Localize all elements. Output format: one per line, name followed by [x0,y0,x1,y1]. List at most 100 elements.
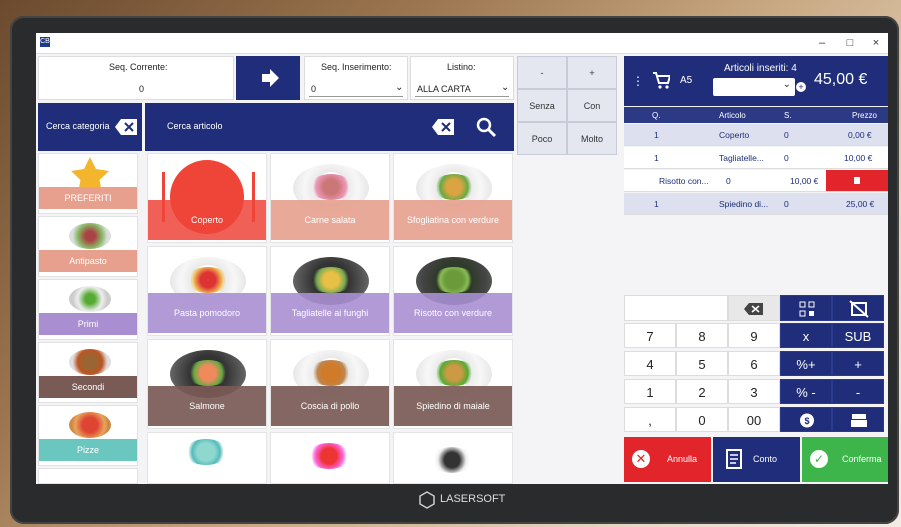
delete-button[interactable] [826,170,888,191]
order-row[interactable]: 1 Spiedino di... 0 25,00 € [624,193,888,215]
order-row-swiped[interactable]: Risotto con... 0 10,00 € [624,170,888,192]
search-icon[interactable] [475,116,497,138]
conferma-label: Conferma [842,454,882,464]
category-preferiti[interactable]: PREFERITI [38,153,138,214]
article-label: Spiedino di maiale [394,386,512,426]
category-pizze[interactable]: Pizze [38,405,138,466]
article-salmone[interactable]: Salmone [147,339,267,429]
article-label: Salmone [148,386,266,426]
backspace-button[interactable] [728,295,780,321]
article-search-bar[interactable]: Cerca articolo [145,103,514,151]
more-vert-icon[interactable]: ⋮ [632,74,644,88]
pos-screen: CB – □ × Seq. Corrente: 0 Seq. Inserimen… [36,33,888,484]
category-secondi[interactable]: Secondi [38,342,138,403]
col-articolo: Articolo [719,111,746,120]
svg-text:$: $ [804,416,809,426]
key-9[interactable]: 9 [728,323,780,348]
inserted-count: Articoli inseriti: 4 [724,63,797,74]
key-8[interactable]: 8 [676,323,728,348]
order-select[interactable]: ⌄ [713,78,795,96]
article-dessert-1[interactable] [147,432,267,484]
primi-image [69,286,111,312]
listino-box[interactable]: Listino: ALLA CARTA ⌄ [410,56,514,100]
conto-button[interactable]: Conto [713,437,800,482]
key-0[interactable]: 0 [676,407,728,432]
app-icon: CB [40,37,50,47]
article-coscia-pollo[interactable]: Coscia di pollo [270,339,390,429]
table-number: A5 [680,75,693,86]
cart-icon [653,72,670,89]
key-percent-plus[interactable]: %+ [780,351,832,376]
annulla-label: Annulla [667,454,698,464]
order-row[interactable]: 1 Tagliatelle... 0 10,00 € [624,147,888,169]
article-label: Sfogliatina con verdure [394,200,512,240]
antipasto-image [69,223,111,249]
cash-button[interactable]: $ [780,407,832,432]
add-icon[interactable]: + [796,82,806,92]
close-button[interactable]: × [862,33,888,53]
maximize-button[interactable]: □ [836,33,864,53]
article-search-input[interactable]: Cerca articolo [167,121,223,131]
key-2[interactable]: 2 [676,379,728,404]
category-more[interactable] [38,468,138,484]
article-dessert-3[interactable] [393,432,513,484]
key-minus[interactable]: - [832,379,884,404]
key-4[interactable]: 4 [624,351,676,376]
barcode-button[interactable] [780,295,832,321]
register-button[interactable] [832,407,884,432]
order-row[interactable]: 1 Coperto 0 0,00 € [624,124,888,146]
key-comma[interactable]: , [624,407,676,432]
article-tagliatelle[interactable]: Tagliatelle ai funghi [270,246,390,336]
no-scan-button[interactable] [832,295,884,321]
next-seq-button[interactable] [236,56,300,100]
modifier-senza-button[interactable]: Senza [517,89,567,122]
category-primi[interactable]: Primi [38,279,138,340]
key-6[interactable]: 6 [728,351,780,376]
keypad-display [624,295,728,321]
qr-code-icon [799,301,815,317]
receipt-icon [726,449,742,469]
key-5[interactable]: 5 [676,351,728,376]
article-carne-salata[interactable]: Carne salata [270,153,390,243]
conferma-button[interactable]: ✓ Conferma [802,437,888,482]
minimize-button[interactable]: – [808,33,836,53]
modifier-con-button[interactable]: Con [567,89,617,122]
seq-corrente-box: Seq. Corrente: 0 [38,56,234,100]
key-percent-minus[interactable]: % - [780,379,832,404]
category-label: Secondi [39,376,137,398]
category-search-input[interactable]: Cerca categoria [46,121,116,131]
cash-register-icon [851,414,867,427]
order-header: ⋮ A5 Articoli inseriti: 4 ⌄ + 45,00 € [624,56,888,106]
check-icon: ✓ [810,450,828,468]
seq-inserimento-value: 0 [311,84,317,94]
annulla-button[interactable]: ✕ Annulla [624,437,711,482]
modifier-poco-button[interactable]: Poco [517,122,567,155]
article-sfogliatina[interactable]: Sfogliatina con verdure [393,153,513,243]
col-prezzo: Prezzo [852,111,877,120]
category-label: Pizze [39,439,137,461]
article-dessert-2[interactable] [270,432,390,484]
key-7[interactable]: 7 [624,323,676,348]
article-risotto[interactable]: Risotto con verdure [393,246,513,336]
category-antipasto[interactable]: Antipasto [38,216,138,277]
modifier-plus-button[interactable]: + [567,56,617,89]
clear-icon[interactable] [114,118,138,136]
arrow-right-icon [262,69,279,87]
seq-inserimento-box[interactable]: Seq. Inserimento: 0 ⌄ [304,56,408,100]
cancel-icon: ✕ [632,450,650,468]
key-sub[interactable]: SUB [832,323,884,348]
article-spiedino[interactable]: Spiedino di maiale [393,339,513,429]
category-search-bar[interactable]: Cerca categoria [38,103,142,151]
listino-value: ALLA CARTA [417,84,471,94]
key-3[interactable]: 3 [728,379,780,404]
clear-icon[interactable] [431,118,455,136]
key-1[interactable]: 1 [624,379,676,404]
article-coperto[interactable]: Coperto [147,153,267,243]
key-multiply[interactable]: x [780,323,832,348]
modifier-minus-button[interactable]: - [517,56,567,89]
key-plus[interactable]: + [832,351,884,376]
modifier-molto-button[interactable]: Molto [567,122,617,155]
article-pasta-pomodoro[interactable]: Pasta pomodoro [147,246,267,336]
key-00[interactable]: 00 [728,407,780,432]
barcode-off-icon [849,300,869,318]
